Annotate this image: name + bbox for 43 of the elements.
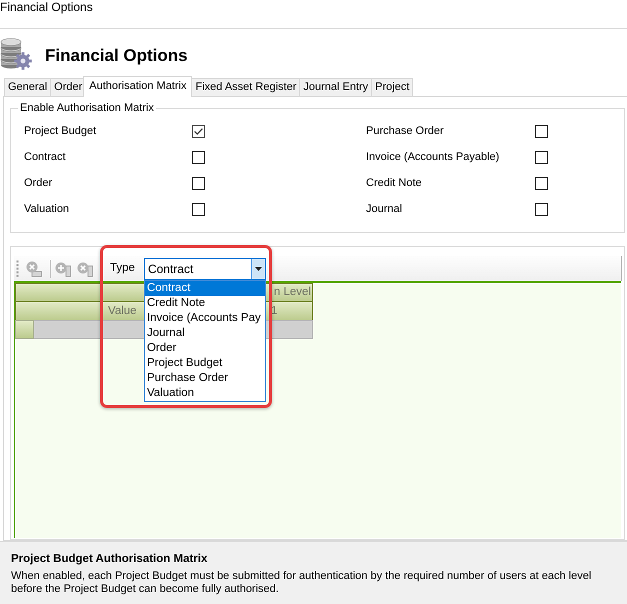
tab[interactable]: Journal Entry [299, 78, 372, 96]
option-label: Order [24, 176, 52, 190]
dropdown-option[interactable]: Journal [144, 326, 265, 340]
help-title: Project Budget Authorisation Matrix [11, 552, 208, 566]
dropdown-option[interactable]: Valuation [144, 386, 265, 400]
option-label: Contract [24, 150, 66, 164]
option-label: Invoice (Accounts Payable) [366, 150, 500, 164]
check-icon [194, 128, 203, 134]
type-label: Type [110, 261, 135, 276]
option-label: Journal [366, 202, 402, 216]
option-label: Valuation [24, 202, 70, 216]
checkbox[interactable] [535, 124, 548, 138]
grip-icon [16, 260, 19, 277]
checkbox[interactable] [192, 176, 205, 190]
dropdown-option[interactable]: Contract [144, 280, 265, 296]
tab[interactable]: Project [371, 78, 414, 96]
group-title: Enable Authorisation Matrix [19, 102, 155, 115]
dropdown-arrow-button[interactable] [250, 258, 265, 278]
checkbox[interactable] [535, 150, 548, 164]
dropdown-option[interactable]: Project Budget [144, 356, 265, 370]
tab[interactable]: General [4, 78, 52, 96]
checkbox[interactable] [535, 176, 548, 190]
window-title: Financial Options [0, 0, 93, 14]
tab[interactable]: Authorisation Matrix [83, 76, 192, 97]
page-title: Financial Options [45, 46, 188, 66]
checkbox[interactable] [192, 150, 205, 164]
circle-cross-icon [26, 260, 42, 276]
tab[interactable]: Fixed Asset Register [191, 78, 300, 96]
dropdown-option[interactable]: Purchase Order [144, 370, 265, 386]
option-label: Purchase Order [366, 124, 444, 138]
row-header [15, 320, 34, 339]
checkbox[interactable] [192, 124, 205, 138]
caret-icon [254, 266, 262, 270]
circle-plus-icon [55, 260, 71, 276]
option-label: Credit Note [366, 176, 422, 190]
coins-gear-icon [0, 36, 32, 70]
type-dropdown[interactable]: Contract [144, 258, 266, 280]
checkbox[interactable] [535, 202, 548, 216]
circle-cross-icon [77, 260, 93, 276]
dropdown-option[interactable]: Order [144, 340, 265, 356]
checkbox[interactable] [192, 202, 205, 216]
option-label: Project Budget [24, 124, 96, 138]
help-text: When enabled, each Project Budget must be submitted for authentication by the required number of users at each level before the Project Budget can become fully authorised. [11, 570, 592, 596]
